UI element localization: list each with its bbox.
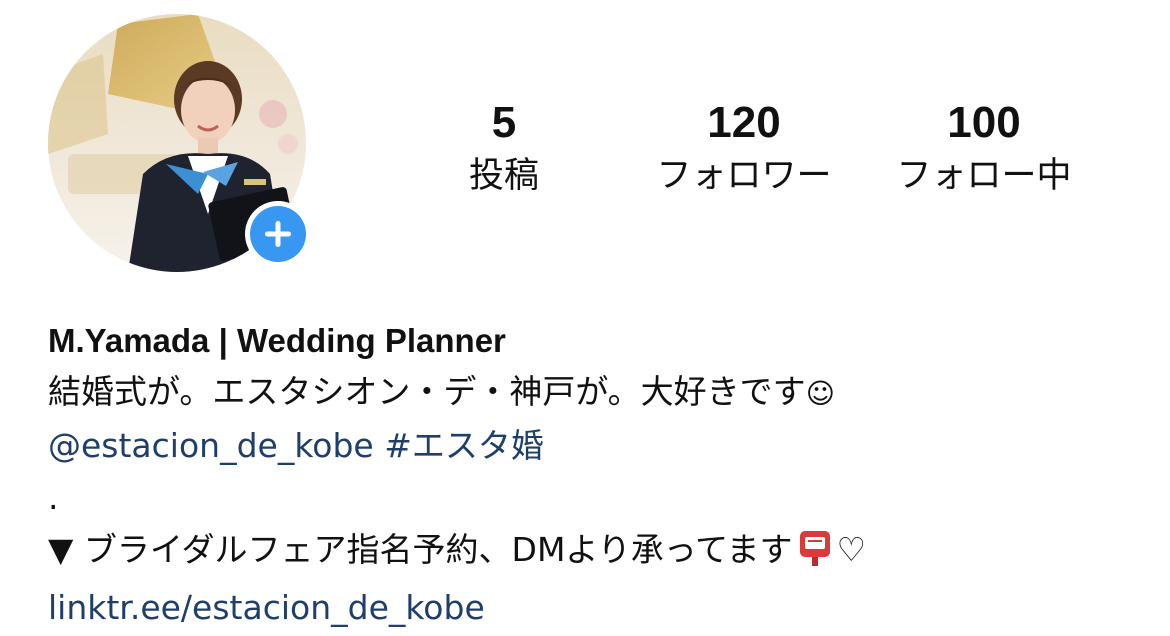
followers-label: フォロワー	[656, 156, 832, 196]
add-story-badge	[250, 206, 306, 262]
profile-bio: M.Yamada | Wedding Planner 結婚式が。エスタシオン・デ…	[48, 318, 1128, 634]
bio-line-4: linktr.ee/estacion_de_kobe	[48, 582, 1128, 634]
bio-line-2: @estacion_de_kobe #エスタ婚	[48, 420, 1128, 472]
postbox-icon	[798, 529, 832, 582]
bio-fair-text: ▼ ブライダルフェア指名予約、DMより承ってます	[48, 530, 793, 569]
avatar-container[interactable]	[48, 14, 311, 274]
following-label: フォロー中	[896, 156, 1072, 196]
bio-dot: .	[48, 478, 59, 517]
bio-text: 結婚式が。エスタシオン・デ・神戸が。大好きです	[48, 372, 806, 411]
display-name: M.Yamada | Wedding Planner	[48, 322, 506, 359]
posts-stat[interactable]: 5 投稿	[384, 96, 624, 198]
profile-stats: 5 投稿 120 フォロワー 100 フォロー中	[384, 96, 1124, 206]
bio-line-3: ▼ ブライダルフェア指名予約、DMより承ってます ♡	[48, 524, 1128, 582]
posts-count: 5	[491, 98, 517, 147]
smile-emoji: ☺	[805, 377, 835, 410]
following-stat[interactable]: 100 フォロー中	[864, 96, 1104, 198]
heart-icon: ♡	[836, 530, 867, 569]
mention-link[interactable]: @estacion_de_kobe	[48, 426, 374, 465]
following-count: 100	[947, 98, 1021, 147]
external-link[interactable]: linktr.ee/estacion_de_kobe	[48, 588, 485, 627]
bio-line-1: 結婚式が。エスタシオン・デ・神戸が。大好きです☺	[48, 366, 1128, 420]
plus-icon	[265, 221, 291, 247]
add-story-button[interactable]	[245, 201, 311, 267]
hashtag-link[interactable]: #エスタ婚	[384, 426, 544, 465]
posts-label: 投稿	[468, 156, 539, 196]
followers-count: 120	[707, 98, 781, 147]
followers-stat[interactable]: 120 フォロワー	[624, 96, 864, 198]
